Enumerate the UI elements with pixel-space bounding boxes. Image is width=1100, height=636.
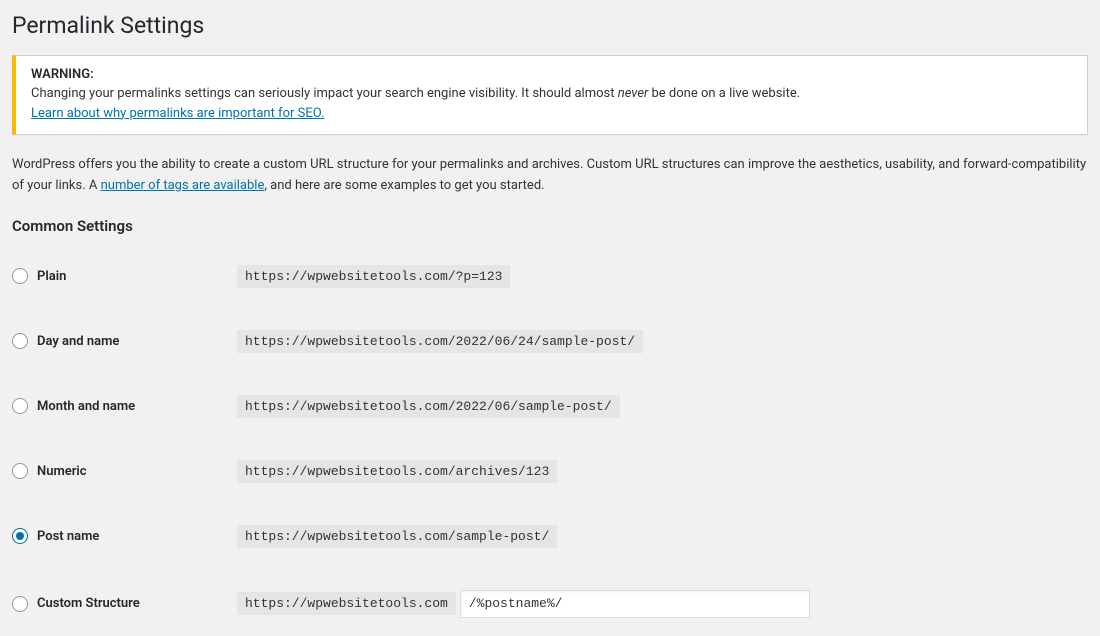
example-numeric: https://wpwebsitetools.com/archives/123: [237, 460, 557, 483]
common-settings-heading: Common Settings: [12, 217, 1088, 235]
intro-paragraph: WordPress offers you the ability to crea…: [12, 155, 1088, 197]
radio-post-name[interactable]: [12, 528, 28, 544]
custom-structure-input[interactable]: [460, 590, 810, 618]
radio-month-name[interactable]: [12, 398, 28, 414]
option-month-name-row: Month and name https://wpwebsitetools.co…: [12, 395, 1088, 418]
radio-numeric[interactable]: [12, 463, 28, 479]
example-post-name: https://wpwebsitetools.com/sample-post/: [237, 525, 557, 548]
option-numeric-row: Numeric https://wpwebsitetools.com/archi…: [12, 460, 1088, 483]
option-month-name-label: Month and name: [37, 399, 135, 414]
tags-available-link[interactable]: number of tags are available: [101, 178, 265, 193]
option-post-name-row: Post name https://wpwebsitetools.com/sam…: [12, 525, 1088, 548]
option-numeric-label: Numeric: [37, 464, 87, 479]
custom-structure-prefix: https://wpwebsitetools.com: [237, 592, 456, 615]
option-plain-row: Plain https://wpwebsitetools.com/?p=123: [12, 265, 1088, 288]
warning-text-em: never: [618, 86, 649, 101]
option-numeric[interactable]: Numeric: [12, 463, 237, 479]
example-day-name: https://wpwebsitetools.com/2022/06/24/sa…: [237, 330, 643, 353]
warning-seo-link[interactable]: Learn about why permalinks are important…: [31, 106, 324, 121]
warning-notice: WARNING: Changing your permalinks settin…: [12, 55, 1088, 135]
warning-body: Changing your permalinks settings can se…: [31, 84, 1072, 123]
option-post-name-label: Post name: [37, 529, 99, 544]
option-custom-row: Custom Structure https://wpwebsitetools.…: [12, 590, 1088, 618]
warning-text-before: Changing your permalinks settings can se…: [31, 86, 618, 101]
example-month-name: https://wpwebsitetools.com/2022/06/sampl…: [237, 395, 620, 418]
radio-plain[interactable]: [12, 268, 28, 284]
radio-custom[interactable]: [12, 596, 28, 612]
radio-day-name[interactable]: [12, 333, 28, 349]
intro-after: , and here are some examples to get you …: [264, 178, 544, 193]
warning-text-after: be done on a live website.: [648, 86, 800, 101]
example-plain: https://wpwebsitetools.com/?p=123: [237, 265, 510, 288]
warning-title: WARNING:: [31, 67, 1072, 82]
option-month-name[interactable]: Month and name: [12, 398, 237, 414]
option-day-name-label: Day and name: [37, 334, 119, 349]
option-plain[interactable]: Plain: [12, 268, 237, 284]
option-plain-label: Plain: [37, 269, 66, 284]
option-post-name[interactable]: Post name: [12, 528, 237, 544]
option-day-name[interactable]: Day and name: [12, 333, 237, 349]
option-day-name-row: Day and name https://wpwebsitetools.com/…: [12, 330, 1088, 353]
page-title: Permalink Settings: [12, 12, 1088, 39]
option-custom-label: Custom Structure: [37, 596, 140, 611]
option-custom[interactable]: Custom Structure: [12, 596, 237, 612]
